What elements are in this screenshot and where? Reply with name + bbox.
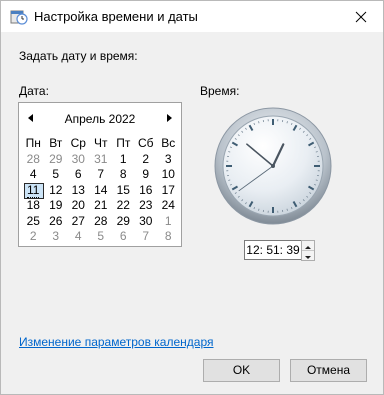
calendar-day[interactable]: 3	[157, 152, 180, 168]
section-heading: Задать дату и время:	[19, 49, 138, 63]
calendar-day[interactable]: 18	[22, 198, 45, 214]
analog-clock	[214, 107, 332, 225]
calendar-day[interactable]: 9	[135, 167, 158, 183]
cancel-button[interactable]: Отмена	[290, 359, 367, 382]
calendar-day[interactable]: 27	[67, 214, 90, 230]
triangle-down-icon	[305, 256, 311, 259]
weekday-header: Пт	[116, 136, 131, 150]
calendar-day-selected[interactable]: 11	[22, 182, 45, 198]
calendar-header: Апрель 2022	[19, 110, 181, 128]
time-label: Время:	[200, 84, 240, 98]
calendar-day[interactable]: 8	[112, 167, 135, 183]
time-increment-button[interactable]	[302, 241, 314, 251]
calendar-day[interactable]: 2	[22, 229, 45, 245]
calendar-day[interactable]: 31	[90, 152, 113, 168]
calendar-month-label[interactable]: Апрель 2022	[19, 112, 181, 126]
calendar-day[interactable]: 2	[135, 152, 158, 168]
calendar-day[interactable]: 26	[45, 214, 68, 230]
weekday-header: Пн	[25, 136, 41, 150]
calendar-day[interactable]: 17	[157, 183, 180, 199]
calendar-day[interactable]: 30	[67, 152, 90, 168]
calendar-day[interactable]: 22	[112, 198, 135, 214]
weekday-header: Ср	[70, 136, 86, 150]
calendar-day[interactable]: 29	[112, 214, 135, 230]
calendar-day[interactable]: 19	[45, 198, 68, 214]
time-spinner	[301, 240, 315, 261]
calendar-day[interactable]: 13	[67, 183, 90, 199]
ok-button[interactable]: OK	[203, 359, 280, 382]
calendar-day[interactable]: 5	[45, 167, 68, 183]
next-month-button[interactable]	[164, 112, 174, 124]
window-title: Настройка времени и даты	[34, 9, 198, 24]
calendar-day[interactable]: 12	[45, 183, 68, 199]
title-bar: Настройка времени и даты	[1, 1, 383, 32]
time-input[interactable]: 12: 51: 39	[244, 240, 302, 260]
calendar-day[interactable]: 28	[22, 152, 45, 168]
calendar-day[interactable]: 7	[135, 229, 158, 245]
calendar-day[interactable]: 24	[157, 198, 180, 214]
calendar-day[interactable]: 5	[90, 229, 113, 245]
calendar-day[interactable]: 20	[67, 198, 90, 214]
weekday-header: Вт	[49, 136, 63, 150]
calendar-day[interactable]: 30	[135, 214, 158, 230]
calendar-day[interactable]: 21	[90, 198, 113, 214]
close-button[interactable]	[339, 1, 383, 32]
calendar-day[interactable]: 14	[90, 183, 113, 199]
weekday-header: Вс	[161, 136, 176, 150]
triangle-right-icon	[167, 114, 172, 122]
time-decrement-button[interactable]	[302, 251, 314, 260]
calendar-day[interactable]: 15	[112, 183, 135, 199]
calendar-day[interactable]: 10	[157, 167, 180, 183]
weekday-header: Чт	[94, 136, 108, 150]
calendar: Апрель 2022 Пн Вт Ср Чт Пт Сб Вс 28 29 30 31 1 2 3 4 5 6…	[18, 102, 182, 247]
calendar-settings-link[interactable]: Изменение параметров календаря	[19, 335, 214, 349]
calendar-day[interactable]: 25	[22, 214, 45, 230]
calendar-grid: Пн Вт Ср Чт Пт Сб Вс 28 29 30 31 1 2 3 4 5 6 7 8 9 10 11 12 13 1…	[22, 136, 180, 245]
calendar-day[interactable]: 8	[157, 229, 180, 245]
calendar-day[interactable]: 4	[22, 167, 45, 183]
weekday-header: Сб	[137, 136, 154, 150]
calendar-day[interactable]: 16	[135, 183, 158, 199]
calendar-day[interactable]: 6	[112, 229, 135, 245]
calendar-day[interactable]: 3	[45, 229, 68, 245]
calendar-day[interactable]: 29	[45, 152, 68, 168]
calendar-day[interactable]: 6	[67, 167, 90, 183]
calendar-day[interactable]: 7	[90, 167, 113, 183]
calendar-day[interactable]: 23	[135, 198, 158, 214]
date-time-dialog: Настройка времени и даты Задать дату и в…	[0, 0, 384, 395]
close-icon	[355, 11, 367, 22]
clock-calendar-icon	[10, 8, 28, 26]
calendar-day[interactable]: 1	[112, 152, 135, 168]
calendar-day[interactable]: 1	[157, 214, 180, 230]
date-label: Дата:	[19, 84, 49, 98]
calendar-day[interactable]: 28	[90, 214, 113, 230]
calendar-day[interactable]: 4	[67, 229, 90, 245]
